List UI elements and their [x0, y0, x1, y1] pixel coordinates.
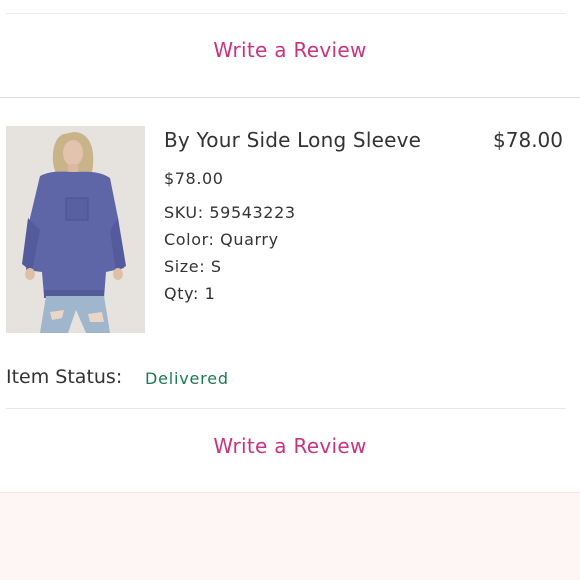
- item-status-label: Item Status:: [6, 366, 123, 388]
- section-divider: [0, 492, 580, 493]
- product-title[interactable]: By Your Side Long Sleeve: [164, 128, 421, 152]
- divider: [6, 408, 566, 409]
- item-status-value: Delivered: [145, 369, 229, 388]
- color-option: Color: Quarry: [164, 230, 279, 249]
- product-image[interactable]: [6, 126, 145, 333]
- divider: [6, 13, 566, 14]
- unit-price: $78.00: [164, 169, 224, 188]
- section-divider: [0, 97, 580, 98]
- footer-band: [0, 493, 580, 580]
- line-total: $78.00: [493, 128, 563, 152]
- order-item-page: Write a Review By Your Side Long Sleeve …: [0, 0, 580, 580]
- quantity: Qty: 1: [164, 284, 216, 303]
- product-photo-icon: [6, 126, 145, 333]
- sku: SKU: 59543223: [164, 203, 296, 222]
- size-option: Size: S: [164, 257, 222, 276]
- write-review-link[interactable]: Write a Review: [0, 38, 580, 62]
- write-review-link[interactable]: Write a Review: [0, 434, 580, 458]
